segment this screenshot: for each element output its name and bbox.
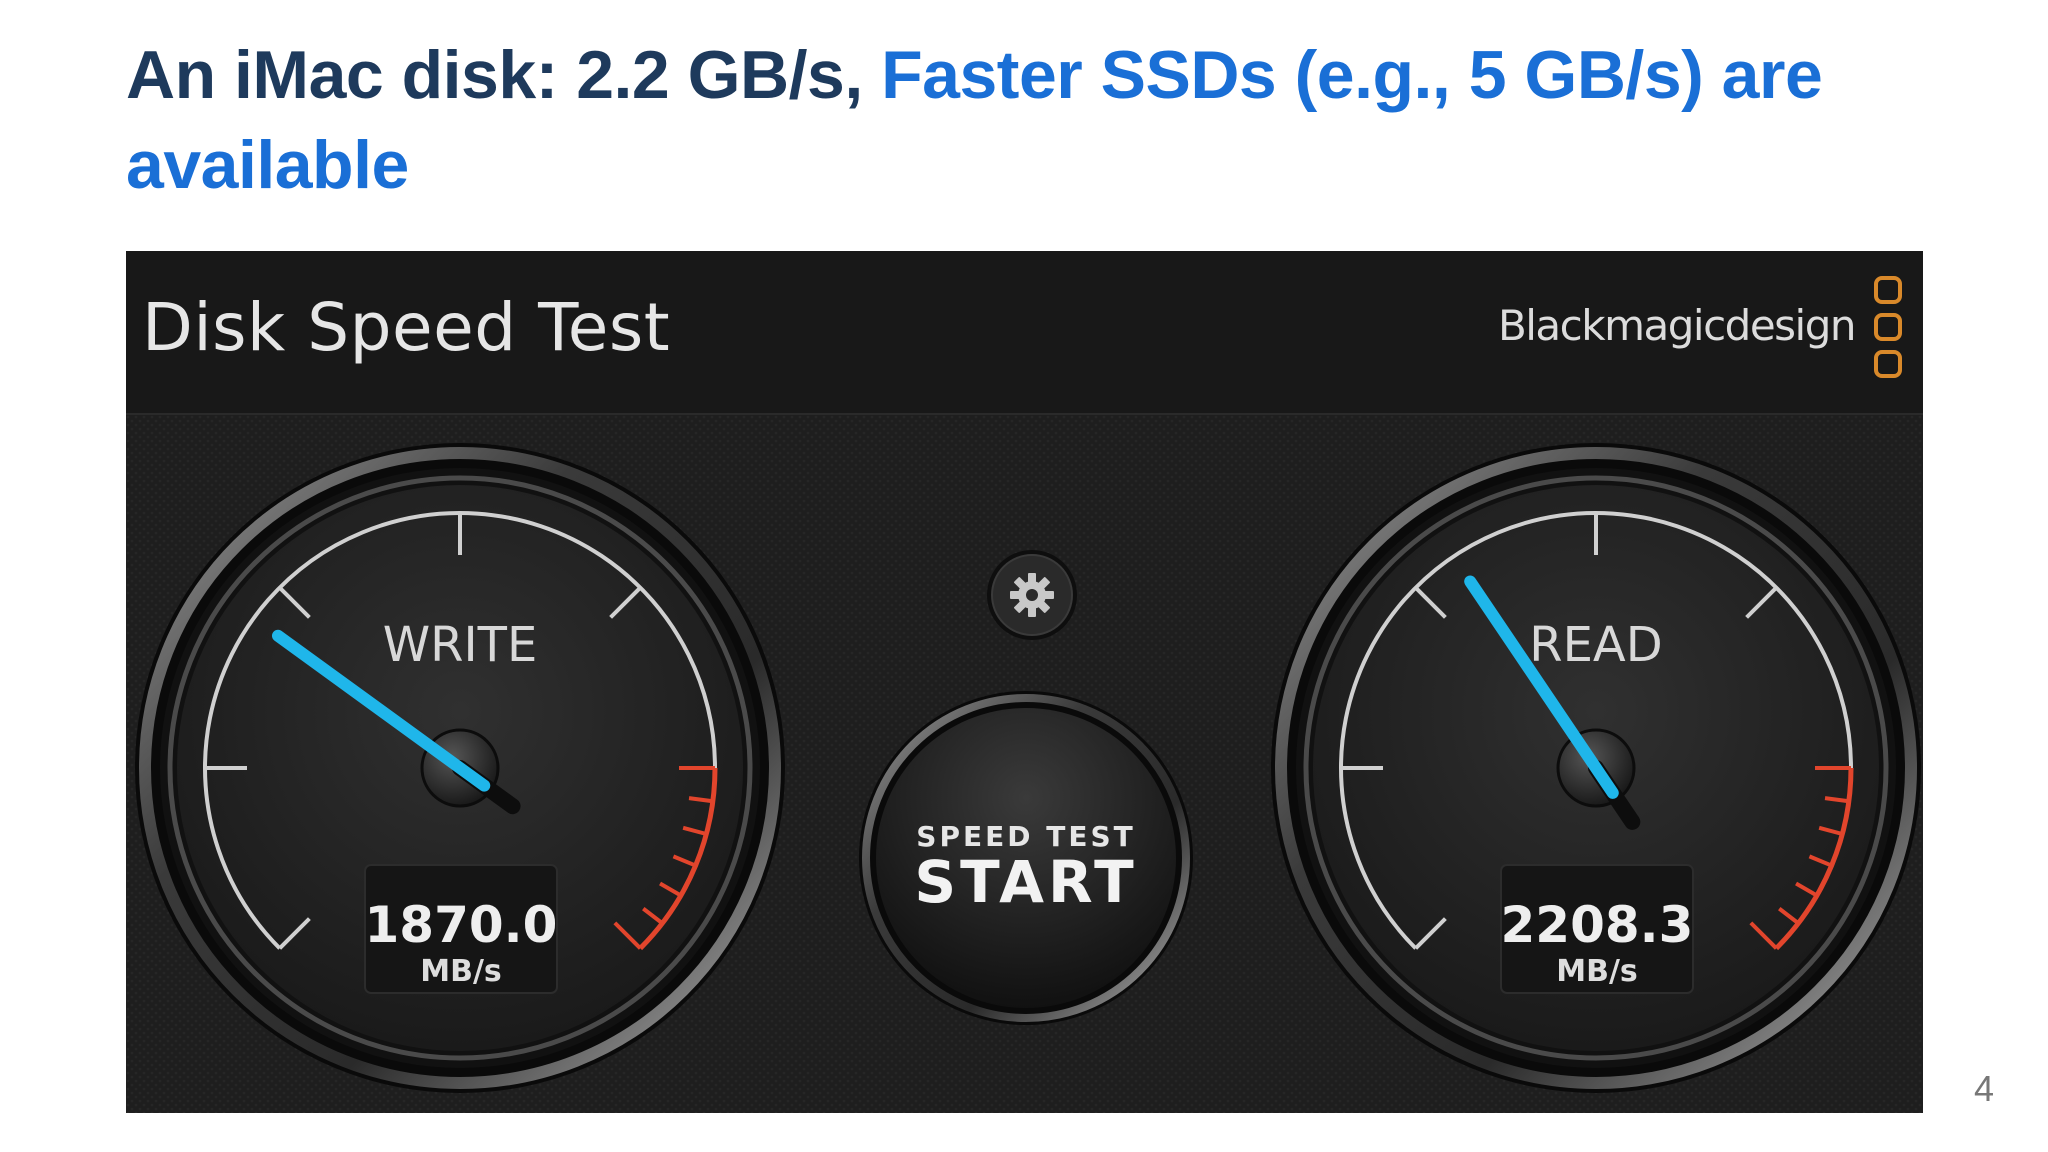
disk-speed-test-window: Disk Speed Test Blackmagicdesign WRITE 1… <box>126 251 1923 1113</box>
slide-title: An iMac disk: 2.2 GB/s, Faster SSDs (e.g… <box>126 30 1926 210</box>
read-unit: MB/s <box>1556 954 1638 989</box>
write-unit: MB/s <box>420 954 502 989</box>
gear-icon <box>1010 573 1054 617</box>
page-number: 4 <box>1974 1068 1995 1109</box>
read-gauge: READ 2208.3 MB/s <box>1271 443 1921 1093</box>
brand-logo-icon <box>1874 276 1902 378</box>
app-title: Disk Speed Test <box>142 289 671 366</box>
start-button-line2: START <box>914 848 1137 916</box>
write-label: WRITE <box>383 617 538 673</box>
title-part-dark: An iMac disk: 2.2 GB/s, <box>126 37 882 113</box>
brand-name: Blackmagicdesign <box>1497 301 1857 350</box>
settings-button[interactable] <box>987 550 1077 640</box>
speed-test-start-button[interactable]: SPEED TEST START <box>859 691 1193 1025</box>
app-header: Disk Speed Test Blackmagicdesign <box>126 251 1923 415</box>
write-value: 1870.0 <box>365 896 558 954</box>
read-value: 2208.3 <box>1501 896 1694 954</box>
read-label: READ <box>1529 617 1662 673</box>
gauge-panel: WRITE 1870.0 MB/s READ 2208.3 MB/s SPEED… <box>126 415 1923 1113</box>
write-gauge: WRITE 1870.0 MB/s <box>135 443 785 1093</box>
app-body: WRITE 1870.0 MB/s READ 2208.3 MB/s SPEED… <box>126 415 1923 1113</box>
